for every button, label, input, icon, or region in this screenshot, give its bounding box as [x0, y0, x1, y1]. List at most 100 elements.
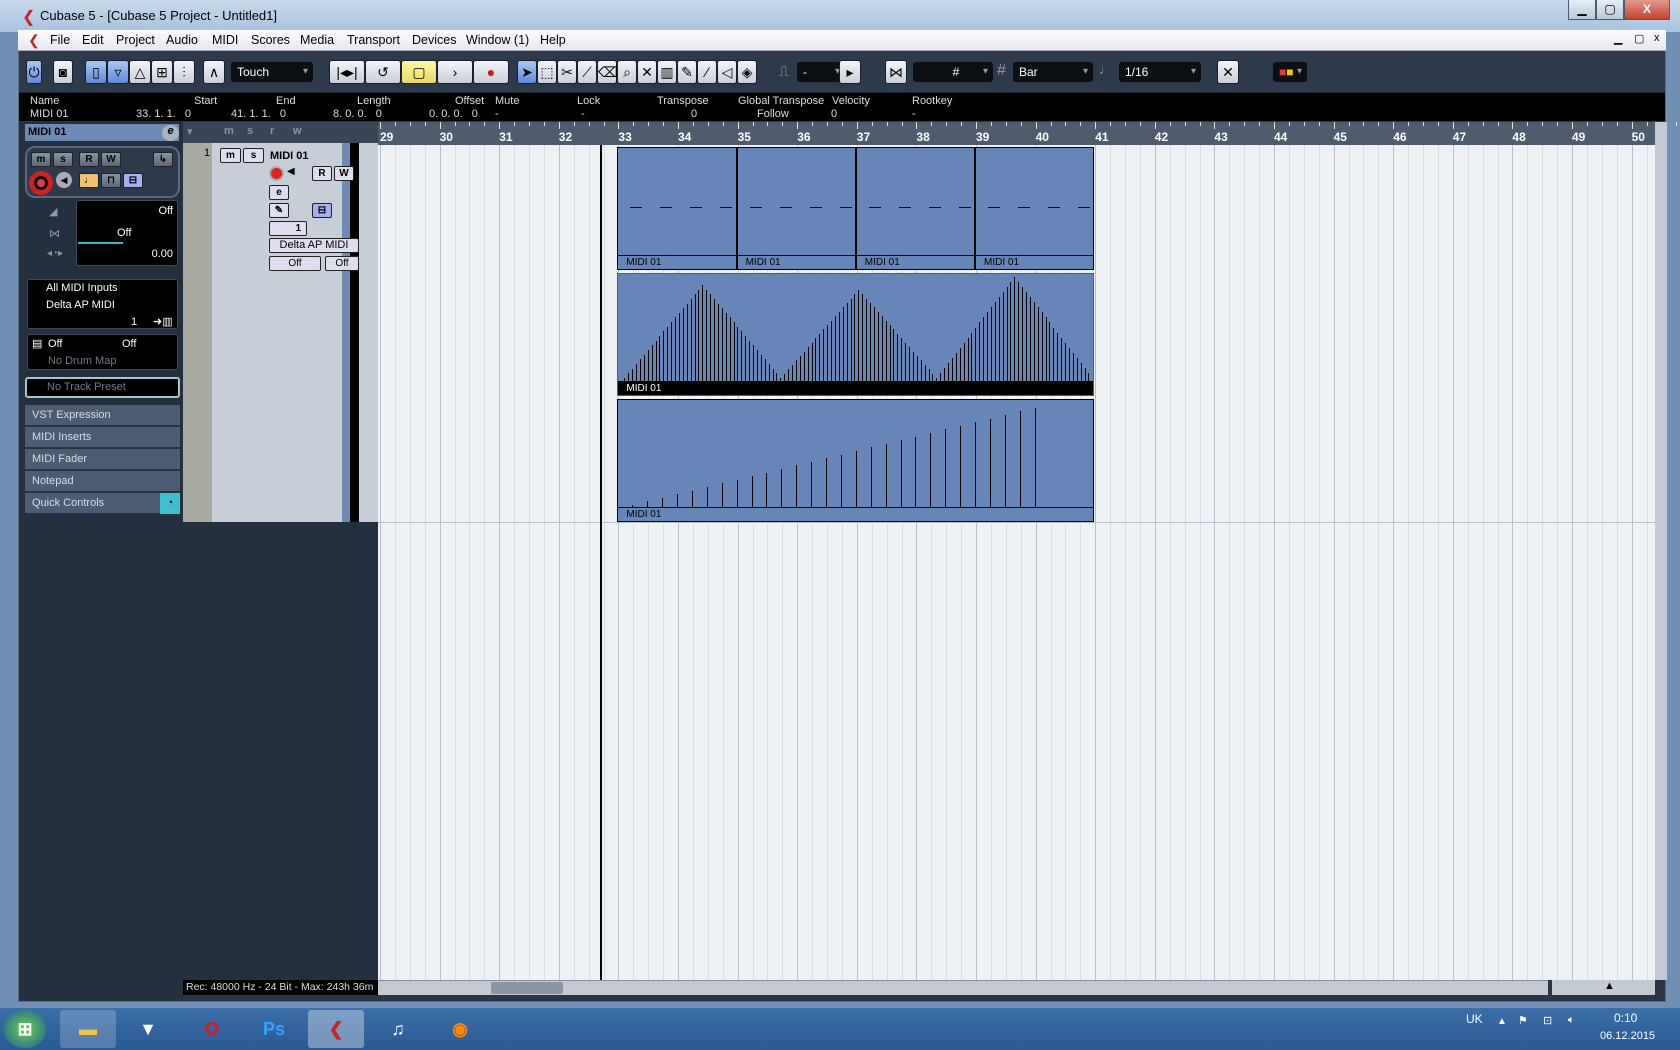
track-channel-select[interactable]: 1: [269, 221, 307, 236]
output-routing-select[interactable]: Delta AP MIDI: [46, 299, 115, 311]
flag-icon[interactable]: ⚑: [1518, 1014, 1528, 1027]
info-length-field[interactable]: 8. 0. 0. 0: [333, 108, 382, 120]
play-button[interactable]: ›: [437, 60, 473, 84]
edit-channel-icon[interactable]: e: [162, 125, 179, 141]
read-automation-button[interactable]: R: [79, 152, 99, 167]
menu-transport[interactable]: Transport: [347, 33, 400, 47]
record-button[interactable]: ●: [473, 60, 509, 84]
menu-midi[interactable]: MIDI: [212, 33, 238, 47]
snap-zero-crossing-button[interactable]: ✕: [1217, 60, 1239, 84]
close-button[interactable]: X: [1624, 0, 1670, 20]
pan-slider[interactable]: [78, 242, 123, 244]
info-name-field[interactable]: MIDI 01: [30, 108, 69, 120]
go-to-marker-button[interactable]: |◂▸|: [329, 60, 365, 84]
snap-toggle-button[interactable]: ⋈: [885, 60, 907, 84]
cubase-menu-icon[interactable]: ❮: [28, 32, 40, 49]
menu-file[interactable]: File: [50, 33, 70, 47]
midi-part[interactable]: MIDI 01: [617, 399, 1095, 522]
info-lock-field[interactable]: -: [581, 108, 585, 120]
pan-value[interactable]: Off: [117, 227, 131, 239]
photoshop-taskbar-icon[interactable]: Ps: [246, 1010, 302, 1048]
network-icon[interactable]: ⊡: [1543, 1014, 1552, 1027]
midi-part[interactable]: MIDI 01: [975, 147, 1095, 270]
glue-tool[interactable]: ⟋: [577, 60, 597, 84]
midi-part-selected[interactable]: MIDI 01: [617, 273, 1095, 396]
tray-expand-icon[interactable]: ▲: [1497, 1016, 1507, 1027]
line-tool[interactable]: ∕: [697, 60, 717, 84]
horizontal-scrollbar[interactable]: [378, 980, 1548, 995]
program-select[interactable]: Off: [122, 338, 136, 350]
track-solo-button[interactable]: s: [243, 148, 264, 163]
menu-devices[interactable]: Devices: [412, 33, 456, 47]
info-end-field[interactable]: 41. 1. 1. 0: [231, 108, 286, 120]
color-tool[interactable]: ◈: [737, 60, 757, 84]
ruler[interactable]: 29 30 31 32 33 34 35 36 37 38 39 40 41 42 43 44 45 46 47 48…: [378, 122, 1678, 145]
zoom-tool[interactable]: ⌕: [617, 60, 637, 84]
show-overview-button[interactable]: △: [129, 60, 151, 84]
grid-type-select[interactable]: Bar: [1013, 62, 1093, 82]
clock-time[interactable]: 0:10: [1614, 1011, 1637, 1025]
constrain-delay-button[interactable]: ◙: [53, 60, 73, 84]
horizontal-scroll-thumb[interactable]: [491, 982, 563, 994]
erase-tool[interactable]: ⌫: [597, 60, 618, 84]
automation-mode-icon[interactable]: ∧: [203, 60, 225, 84]
mute-tool[interactable]: ✕: [637, 60, 657, 84]
autoscroll-button[interactable]: ▸: [839, 60, 861, 84]
show-mixer-button[interactable]: ⫶: [173, 60, 195, 84]
track-mute-button[interactable]: m: [220, 148, 241, 163]
range-selection-tool[interactable]: ⬚: [537, 60, 557, 84]
info-offset-field[interactable]: 0. 0. 0. 0: [429, 108, 478, 120]
info-mute-field[interactable]: -: [495, 108, 499, 120]
menu-scores[interactable]: Scores: [251, 33, 290, 47]
explorer-taskbar-icon[interactable]: ▬: [60, 1010, 116, 1048]
section-vst-expression[interactable]: VST Expression: [25, 405, 180, 426]
info-global-transpose-field[interactable]: Follow: [757, 108, 789, 120]
track-monitor-button[interactable]: ◀: [287, 166, 295, 177]
section-midi-fader[interactable]: MIDI Fader: [25, 449, 180, 470]
track-read-button[interactable]: R: [312, 166, 332, 181]
global-solo-button[interactable]: s: [247, 125, 253, 137]
track-write-button[interactable]: W: [334, 166, 354, 181]
inspector-track-name[interactable]: MIDI 01: [25, 124, 179, 141]
minimize-button[interactable]: ▁: [1568, 0, 1596, 20]
volume-value[interactable]: Off: [159, 205, 173, 217]
show-pool-button[interactable]: ⊞: [151, 60, 173, 84]
clock-date[interactable]: 06.12.2015: [1600, 1030, 1655, 1042]
input-routing-select[interactable]: All MIDI Inputs: [46, 282, 118, 294]
track-program-select[interactable]: Off: [325, 256, 359, 271]
global-write-button[interactable]: w: [293, 125, 302, 137]
track-record-button[interactable]: [269, 166, 284, 181]
menu-help[interactable]: Help: [540, 33, 566, 47]
quantize-select[interactable]: 1/16: [1119, 62, 1201, 82]
section-notepad[interactable]: Notepad: [25, 471, 180, 492]
section-quick-controls[interactable]: Quick Controls: [25, 493, 180, 514]
global-mute-button[interactable]: m: [224, 125, 234, 137]
menu-window[interactable]: Window (1): [466, 33, 529, 47]
lanes-button[interactable]: ⊟: [123, 173, 143, 188]
track-edit-button[interactable]: e: [269, 185, 289, 200]
show-inspector-button[interactable]: ▯: [85, 60, 107, 84]
info-start-field[interactable]: 33. 1. 1. 0: [136, 108, 191, 120]
menu-media[interactable]: Media: [300, 33, 334, 47]
menu-audio[interactable]: Audio: [166, 33, 198, 47]
edit-instrument-icon[interactable]: ➜▥: [153, 315, 173, 328]
automation-mode-select[interactable]: Touch: [231, 62, 313, 82]
write-automation-button[interactable]: W: [101, 152, 121, 167]
time-warp-tool[interactable]: ▥: [657, 60, 677, 84]
doc-close-button[interactable]: x: [1654, 32, 1660, 44]
cycle-button[interactable]: ↺: [365, 60, 401, 84]
event-display[interactable]: MIDI 01 MIDI 01 MIDI 01 MIDI 01 MIDI 01 MIDI …: [378, 145, 1655, 980]
activate-project-button[interactable]: ⏻: [26, 60, 42, 84]
draw-tool[interactable]: ✎: [677, 60, 697, 84]
global-read-button[interactable]: r: [270, 125, 274, 137]
opera-taskbar-icon[interactable]: O: [184, 1010, 240, 1048]
firefox-taskbar-icon[interactable]: ◉: [432, 1010, 488, 1048]
channel-select[interactable]: 1: [131, 316, 137, 328]
media-app-taskbar-icon[interactable]: ▼: [120, 1010, 176, 1048]
record-enable-button[interactable]: [29, 171, 53, 195]
midi-part[interactable]: MIDI 01: [855, 147, 975, 270]
object-selection-tool[interactable]: ➤: [517, 60, 537, 84]
language-indicator[interactable]: UK: [1466, 1012, 1483, 1026]
vertical-scrollbar[interactable]: [1655, 122, 1667, 980]
menu-edit[interactable]: Edit: [82, 33, 104, 47]
